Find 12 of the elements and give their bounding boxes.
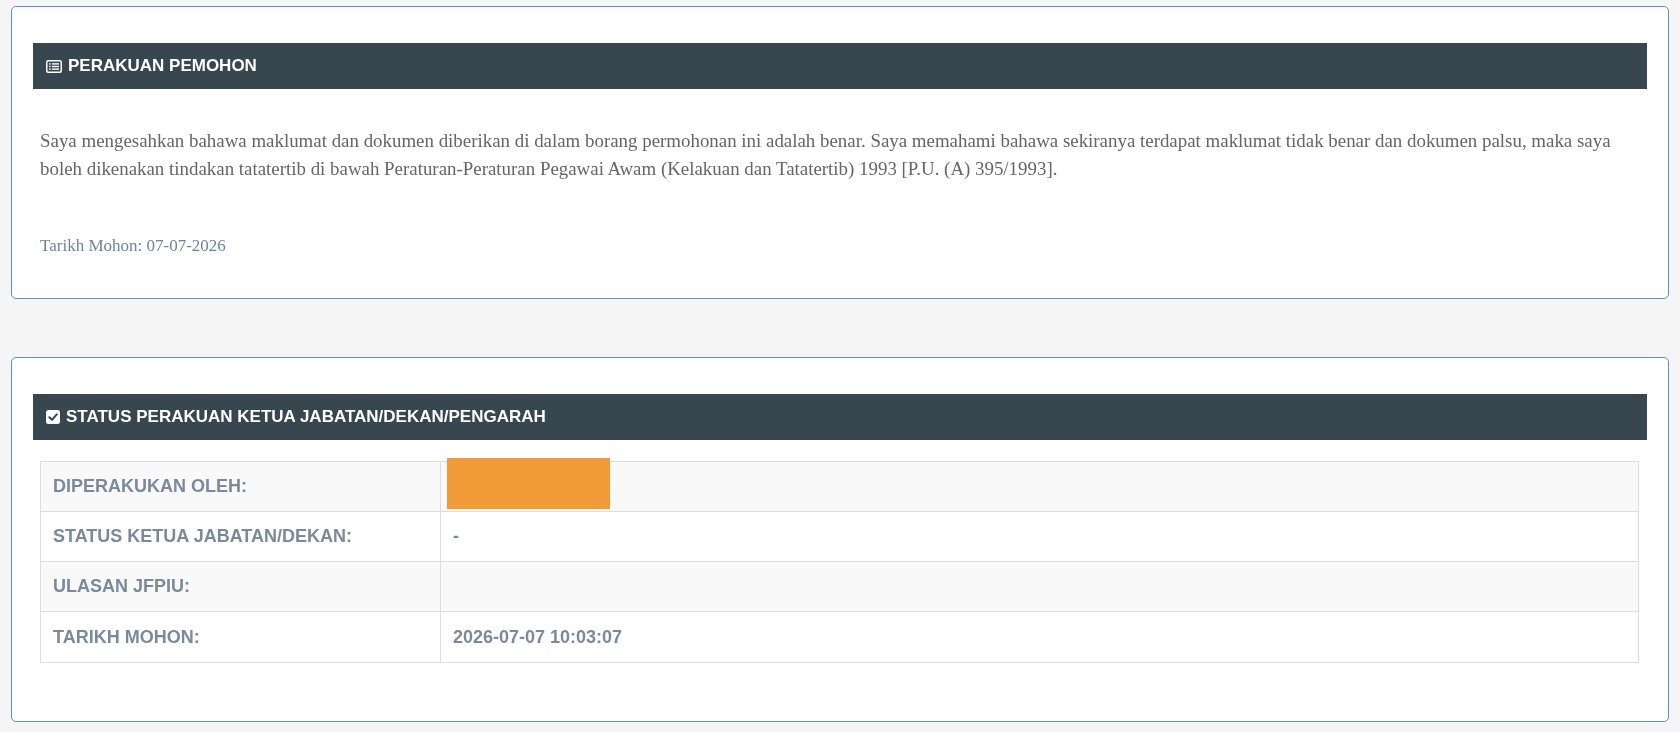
table-cell-text: 2026-07-07 10:03:07 [452, 625, 624, 649]
application-date: Tarikh Mohon: 07-07-2026 [40, 235, 227, 257]
table-cell: TARIKH MOHON: [41, 612, 441, 662]
declaration-text: Saya mengesahkan bahawa maklumat dan dokumen diberikan di dalam borang permohonan ini adalah benar. Saya memahami bahawa sekiranya terdapat maklumat tidak benar dan dokumen palsu, maka saya boleh dikenakan tindakan tatatertib di bawah Peraturan-Peraturan Pegawai Awam (Kelakuan dan Tatatertib) 1993 [P.U. (A) 395/1993]. [40, 129, 1612, 181]
table-cell: ULASAN JFPIU: [41, 562, 441, 611]
table-cell: STATUS KETUA JABATAN/DEKAN: [41, 512, 441, 561]
table-cell-text: - [452, 525, 460, 548]
check-square-icon [46, 410, 60, 424]
list-icon [46, 59, 62, 73]
section-title: PERAKUAN PEMOHON [68, 55, 257, 78]
table-cell: DIPERAKUKAN OLEH: [41, 462, 441, 511]
section-title: STATUS PERAKUAN KETUA JABATAN/DEKAN/PENGARAH [66, 406, 546, 429]
